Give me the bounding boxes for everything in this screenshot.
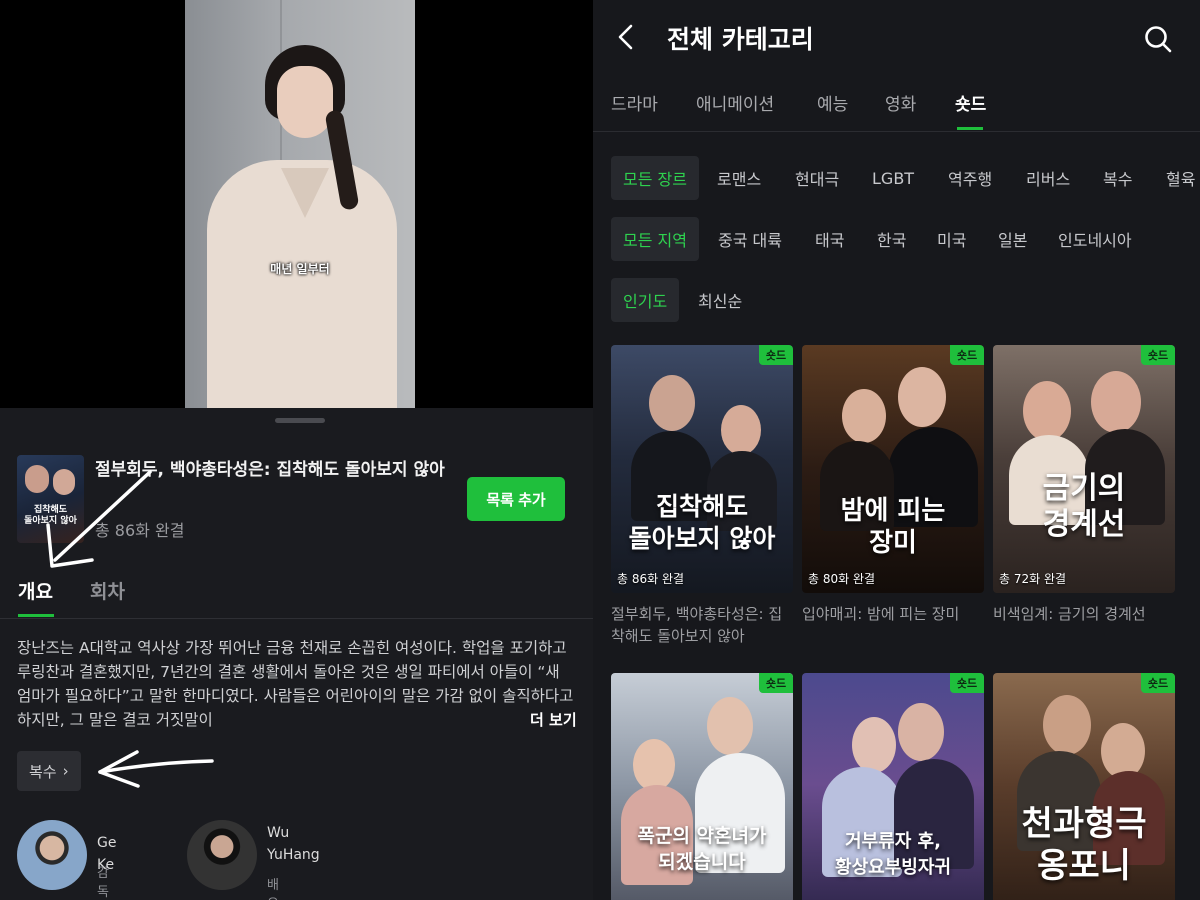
thumb-figure-right <box>53 469 75 495</box>
poster-figure <box>898 703 944 761</box>
short-drama-badge: 숏드 <box>950 673 984 693</box>
filter-mainland-china[interactable]: 중국 대륙 <box>718 217 782 261</box>
detail-panel: 매년 일부터 집착해도 돌아보지 않아 절부회두, 백야총타성은: 집착해도 돌… <box>0 0 593 900</box>
thumb-text: 집착해도 돌아보지 않아 <box>24 505 77 526</box>
more-button[interactable]: 더 보기 <box>510 708 587 732</box>
poster-title: 밤에 피는 장미 <box>840 496 946 558</box>
poster-figure <box>1023 381 1071 441</box>
avatar <box>187 820 257 890</box>
episode-count: 총 86화 완결 <box>617 572 685 586</box>
poster-figure <box>721 405 761 455</box>
filter-modern[interactable]: 현대극 <box>795 156 839 200</box>
category-panel: 전체 카테고리 드라마 애니메이션 예능 영화 숏드 모든 장르 로맨스 현대극… <box>593 0 1200 900</box>
episode-count: 총 80화 완결 <box>808 572 876 586</box>
tab-short-drama[interactable]: 숏드 <box>955 90 986 115</box>
thumb-figure-left <box>25 465 49 493</box>
tab-active-indicator <box>957 127 983 130</box>
add-to-list-button[interactable]: 목록 추가 <box>467 477 565 521</box>
poster-title: 천과형극 옹포니 <box>1021 804 1147 886</box>
poster-image[interactable]: 밤에 피는 장미 총 80화 완결 숏드 <box>802 345 984 593</box>
tab-active-indicator <box>18 614 54 617</box>
person-name: Wu YuHang <box>267 825 320 863</box>
sort-latest[interactable]: 최신순 <box>698 278 742 322</box>
top-bar: 전체 카테고리 <box>593 0 1200 78</box>
genre-chip[interactable]: 복수 › <box>17 751 81 791</box>
category-tabs: 드라마 애니메이션 예능 영화 숏드 <box>593 80 1200 132</box>
short-drama-badge: 숏드 <box>1141 673 1175 693</box>
card-title[interactable]: 절부회두, 백야총타성은: 집착해도 돌아보지 않아 <box>611 603 793 647</box>
video-frame[interactable]: 매년 일부터 <box>185 0 415 408</box>
poster-figure <box>707 697 753 755</box>
filter-indonesia[interactable]: 인도네시아 <box>1058 217 1132 261</box>
show-header: 집착해도 돌아보지 않아 절부회두, 백야총타성은: 집착해도 돌아보지 않아 … <box>17 455 577 545</box>
poster-figure <box>1043 695 1091 755</box>
card-title[interactable]: 입야매괴: 밤에 피는 장미 <box>802 603 984 625</box>
filter-japan[interactable]: 일본 <box>998 217 1027 261</box>
chevron-left-icon[interactable] <box>613 22 639 52</box>
video-subtitle: 매년 일부터 <box>270 262 330 276</box>
filter-korea[interactable]: 한국 <box>877 217 906 261</box>
tab-episodes[interactable]: 회차 <box>90 577 125 604</box>
filter-rebirth[interactable]: 리버스 <box>1026 156 1070 200</box>
poster-image[interactable]: 폭군의 약혼녀가 되겠습니다 숏드 <box>611 673 793 900</box>
poster-figure <box>842 389 886 443</box>
poster-title: 집착해도 돌아보지 않아 <box>628 492 776 553</box>
filter-all-regions[interactable]: 모든 지역 <box>611 217 699 261</box>
poster-image[interactable]: 집착해도 돌아보지 않아 총 86화 완결 숏드 <box>611 345 793 593</box>
poster-figure <box>898 367 946 427</box>
search-icon[interactable] <box>1143 24 1173 54</box>
show-title: 절부회두, 백야총타성은: 집착해도 돌아보지 않아 <box>95 460 445 480</box>
tab-overview[interactable]: 개요 <box>18 577 53 604</box>
tab-movie[interactable]: 영화 <box>885 90 916 115</box>
poster-title: 금기의 경계선 <box>1042 471 1126 542</box>
filter-all-genres[interactable]: 모든 장르 <box>611 156 699 200</box>
short-drama-badge: 숏드 <box>1141 345 1175 365</box>
sort-popularity[interactable]: 인기도 <box>611 278 680 322</box>
card-title[interactable]: 비색임계: 금기의 경계선 <box>993 603 1175 625</box>
poster-title: 폭군의 약혼녀가 되겠습니다 <box>637 825 767 873</box>
filter-reverse-run[interactable]: 역주행 <box>948 156 992 200</box>
filter-kinship[interactable]: 혈육 <box>1166 156 1195 200</box>
filter-usa[interactable]: 미국 <box>937 217 966 261</box>
tab-drama[interactable]: 드라마 <box>611 90 658 115</box>
genre-chip-label: 복수 <box>29 762 57 781</box>
poster-title: 거부류자 후, 황상요부빙자귀 <box>835 831 951 878</box>
synopsis-text: 장난즈는 A대학교 역사상 가장 뛰어난 금융 천재로 손꼽힌 여성이다. 학업… <box>17 639 574 729</box>
avatar <box>17 820 87 890</box>
poster-image[interactable]: 거부류자 후, 황상요부빙자귀 숏드 <box>802 673 984 900</box>
poster-figure <box>633 739 675 791</box>
video-player[interactable]: 매년 일부터 <box>0 0 593 408</box>
filter-lgbt[interactable]: LGBT <box>872 156 914 200</box>
filter-romance[interactable]: 로맨스 <box>717 156 761 200</box>
figure-face <box>277 66 333 138</box>
episode-count: 총 72화 완결 <box>999 572 1067 586</box>
person-role: 감독 <box>97 866 109 900</box>
tab-variety[interactable]: 예능 <box>817 90 848 115</box>
poster-figure <box>649 375 695 431</box>
person-role: 배우 <box>267 878 279 900</box>
short-drama-badge: 숏드 <box>759 673 793 693</box>
poster-figure <box>1091 371 1141 433</box>
filter-revenge[interactable]: 복수 <box>1103 156 1132 200</box>
poster-image[interactable]: 천과형극 옹포니 숏드 <box>993 673 1175 900</box>
chevron-right-icon: › <box>62 762 69 780</box>
short-drama-badge: 숏드 <box>759 345 793 365</box>
arrowhead-genre-icon <box>98 750 140 788</box>
tab-animation[interactable]: 애니메이션 <box>696 90 774 115</box>
detail-tabs: 개요 회차 <box>0 565 593 619</box>
short-drama-badge: 숏드 <box>950 345 984 365</box>
page-title: 전체 카테고리 <box>667 25 814 54</box>
poster-image[interactable]: 금기의 경계선 총 72화 완결 숏드 <box>993 345 1175 593</box>
arrow-to-genre-icon <box>98 759 214 774</box>
poster-figure <box>852 717 896 773</box>
drag-handle[interactable] <box>275 418 325 423</box>
show-thumbnail[interactable]: 집착해도 돌아보지 않아 <box>17 455 84 543</box>
episode-count: 총 86화 완결 <box>95 521 185 540</box>
filter-thailand[interactable]: 태국 <box>815 217 844 261</box>
